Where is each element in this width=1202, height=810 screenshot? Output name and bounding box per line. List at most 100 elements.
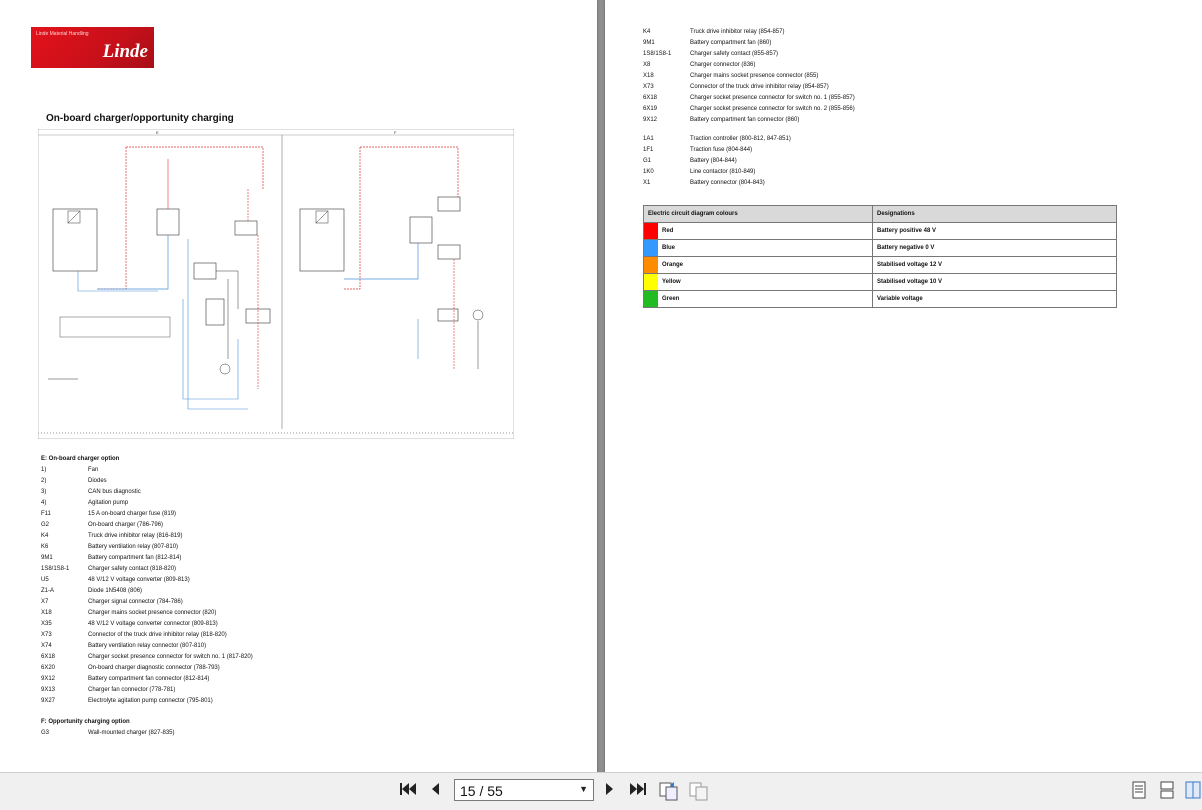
color-name: Yellow xyxy=(662,279,681,285)
legend-row: 9M1 Battery compartment fan (860) xyxy=(643,38,855,49)
legend-row: X7 Charger signal connector (784-786) xyxy=(41,597,253,608)
legend-row: 1F1 Traction fuse (804-844) xyxy=(643,145,791,156)
legend-description: Wall-mounted charger (827-835) xyxy=(88,730,175,736)
legend-description: Traction controller (800-812, 847-851) xyxy=(690,136,791,142)
legend-code: 1K0 xyxy=(643,169,654,175)
legend-description: Battery connector (804-843) xyxy=(690,180,765,186)
section-f-label: F xyxy=(394,130,397,135)
legend-code: Z1-A xyxy=(41,588,55,594)
color-swatch xyxy=(644,223,658,239)
continuous-view-icon[interactable] xyxy=(1158,781,1176,801)
legend-row: 4) Agitation pump xyxy=(41,498,253,509)
color-name: Orange xyxy=(662,262,684,268)
legend-code: 1F1 xyxy=(643,147,654,153)
legend-row: F11 15 A on-board charger fuse (819) xyxy=(41,509,253,520)
legend-row: X73 Connector of the truck drive inhibito… xyxy=(41,630,253,641)
legend-code: X18 xyxy=(41,610,52,616)
legend-row: 9X12 Battery compartment fan connector (8… xyxy=(643,115,855,126)
legend-row: 1S8/1S8-1 Charger safety contact (855-857… xyxy=(643,49,855,60)
color-row: Red Battery positive 48 V xyxy=(643,222,1117,240)
legend-row: 1K0 Line contactor (810-849) xyxy=(643,167,791,178)
legend-row: 1A1 Traction controller (800-812, 847-851… xyxy=(643,134,791,145)
legend-row: 2) Diodes xyxy=(41,476,253,487)
circuit-schematic: E F xyxy=(38,129,514,439)
legend-code: 6X18 xyxy=(41,654,56,660)
legend-description: Diodes xyxy=(88,478,107,484)
single-page-view-icon[interactable] xyxy=(1130,781,1148,801)
chevron-down-icon[interactable]: ▼ xyxy=(579,784,588,794)
legend-code: G3 xyxy=(41,730,50,736)
legend-description: Battery compartment fan (812-814) xyxy=(88,555,182,561)
linde-logo: Linde Material Handling Linde xyxy=(31,27,154,68)
page-number-input[interactable]: 15 / 55 ▼ xyxy=(454,779,594,801)
legend-description: Battery compartment fan (860) xyxy=(690,40,772,46)
color-cell: Red xyxy=(643,222,873,240)
last-page-icon[interactable] xyxy=(628,781,648,801)
color-cell: Blue xyxy=(643,239,873,257)
document-page-left: Linde Material Handling Linde On-board c… xyxy=(0,0,597,772)
legend-code: 6X20 xyxy=(41,665,56,671)
legend-code: U5 xyxy=(41,577,49,583)
legend-row: 3) CAN bus diagnostic xyxy=(41,487,253,498)
legend-code: K4 xyxy=(41,533,49,539)
color-row: Orange Stabilised voltage 12 V xyxy=(643,256,1117,274)
legend-right-bottom: 1A1 Traction controller (800-812, 847-851… xyxy=(643,134,791,189)
logo-brand: Linde xyxy=(102,41,148,62)
legend-description: Charger signal connector (784-786) xyxy=(88,599,183,605)
legend-description: Charger mains socket presence connector … xyxy=(88,610,217,616)
legend-code: X8 xyxy=(643,62,651,68)
document-page-right: K4 Truck drive inhibitor relay (854-857) 9… xyxy=(605,0,1202,772)
wire-color-table: Electric circuit diagram colours Designa… xyxy=(643,205,1117,308)
legend-row: K4 Truck drive inhibitor relay (854-857) xyxy=(643,27,855,38)
legend-code: G2 xyxy=(41,522,50,528)
designation-cell: Battery negative 0 V xyxy=(872,239,1117,257)
legend-code: X18 xyxy=(643,73,654,79)
page-paste-icon[interactable] xyxy=(688,781,710,801)
page-number-value: 15 / 55 xyxy=(460,783,503,799)
color-swatch xyxy=(644,240,658,256)
legend-row: G1 Battery (804-844) xyxy=(643,156,791,167)
legend-description: Charger mains socket presence connector … xyxy=(690,73,819,79)
legend-code: K6 xyxy=(41,544,49,550)
color-swatch xyxy=(644,291,658,307)
legend-description: 48 V/12 V voltage converter connector (8… xyxy=(88,621,218,627)
logo-subtitle: Linde Material Handling xyxy=(36,31,89,37)
color-name: Blue xyxy=(662,245,676,251)
legend-row: 6X19 Charger socket presence connector fo… xyxy=(643,104,855,115)
legend-description: Charger socket presence connector for sw… xyxy=(88,654,253,660)
legend-description: 48 V/12 V voltage converter (809-813) xyxy=(88,577,190,583)
two-page-view-icon[interactable] xyxy=(1184,781,1202,801)
legend-row: X74 Battery ventilation relay connector (… xyxy=(41,641,253,652)
legend-row: X35 48 V/12 V voltage converter connector… xyxy=(41,619,253,630)
legend-row: X18 Charger mains socket presence connect… xyxy=(41,608,253,619)
legend-row: U5 48 V/12 V voltage converter (809-813) xyxy=(41,575,253,586)
legend-right-top: K4 Truck drive inhibitor relay (854-857) 9… xyxy=(643,27,855,126)
color-row: Green Variable voltage xyxy=(643,290,1117,308)
legend-code: 9X13 xyxy=(41,687,56,693)
legend-description: Electrolyte agitation pump connector (79… xyxy=(88,698,213,704)
legend-description: Traction fuse (804-844) xyxy=(690,147,753,153)
color-name: Red xyxy=(662,228,674,234)
legend-row: 9X13 Charger fan connector (778-781) xyxy=(41,685,253,696)
next-page-icon[interactable] xyxy=(603,781,617,801)
legend-row: 1S8/1S8-1 Charger safety contact (818-820… xyxy=(41,564,253,575)
page-title: On-board charger/opportunity charging xyxy=(46,113,234,124)
page-copy-icon[interactable] xyxy=(658,781,680,801)
legend-description: Diode 1N5408 (806) xyxy=(88,588,143,594)
color-cell: Orange xyxy=(643,256,873,274)
legend-description: Truck drive inhibitor relay (816-819) xyxy=(88,533,183,539)
prev-page-icon[interactable] xyxy=(428,781,442,801)
viewer-toolbar: 15 / 55 ▼ xyxy=(0,772,1202,810)
legend-code: K4 xyxy=(643,29,651,35)
legend-code: 2) xyxy=(41,478,47,484)
first-page-icon[interactable] xyxy=(398,781,418,801)
legend-description: On-board charger diagnostic connector (7… xyxy=(88,665,220,671)
legend-code: X73 xyxy=(643,84,654,90)
legend-row: K4 Truck drive inhibitor relay (816-819) xyxy=(41,531,253,542)
designation-cell: Variable voltage xyxy=(872,290,1117,308)
legend-code: 1) xyxy=(41,467,47,473)
legend-row: X1 Battery connector (804-843) xyxy=(643,178,791,189)
designation-cell: Battery positive 48 V xyxy=(872,222,1117,240)
legend-description: Battery ventilation relay (807-810) xyxy=(88,544,179,550)
legend-description: Agitation pump xyxy=(88,500,129,506)
